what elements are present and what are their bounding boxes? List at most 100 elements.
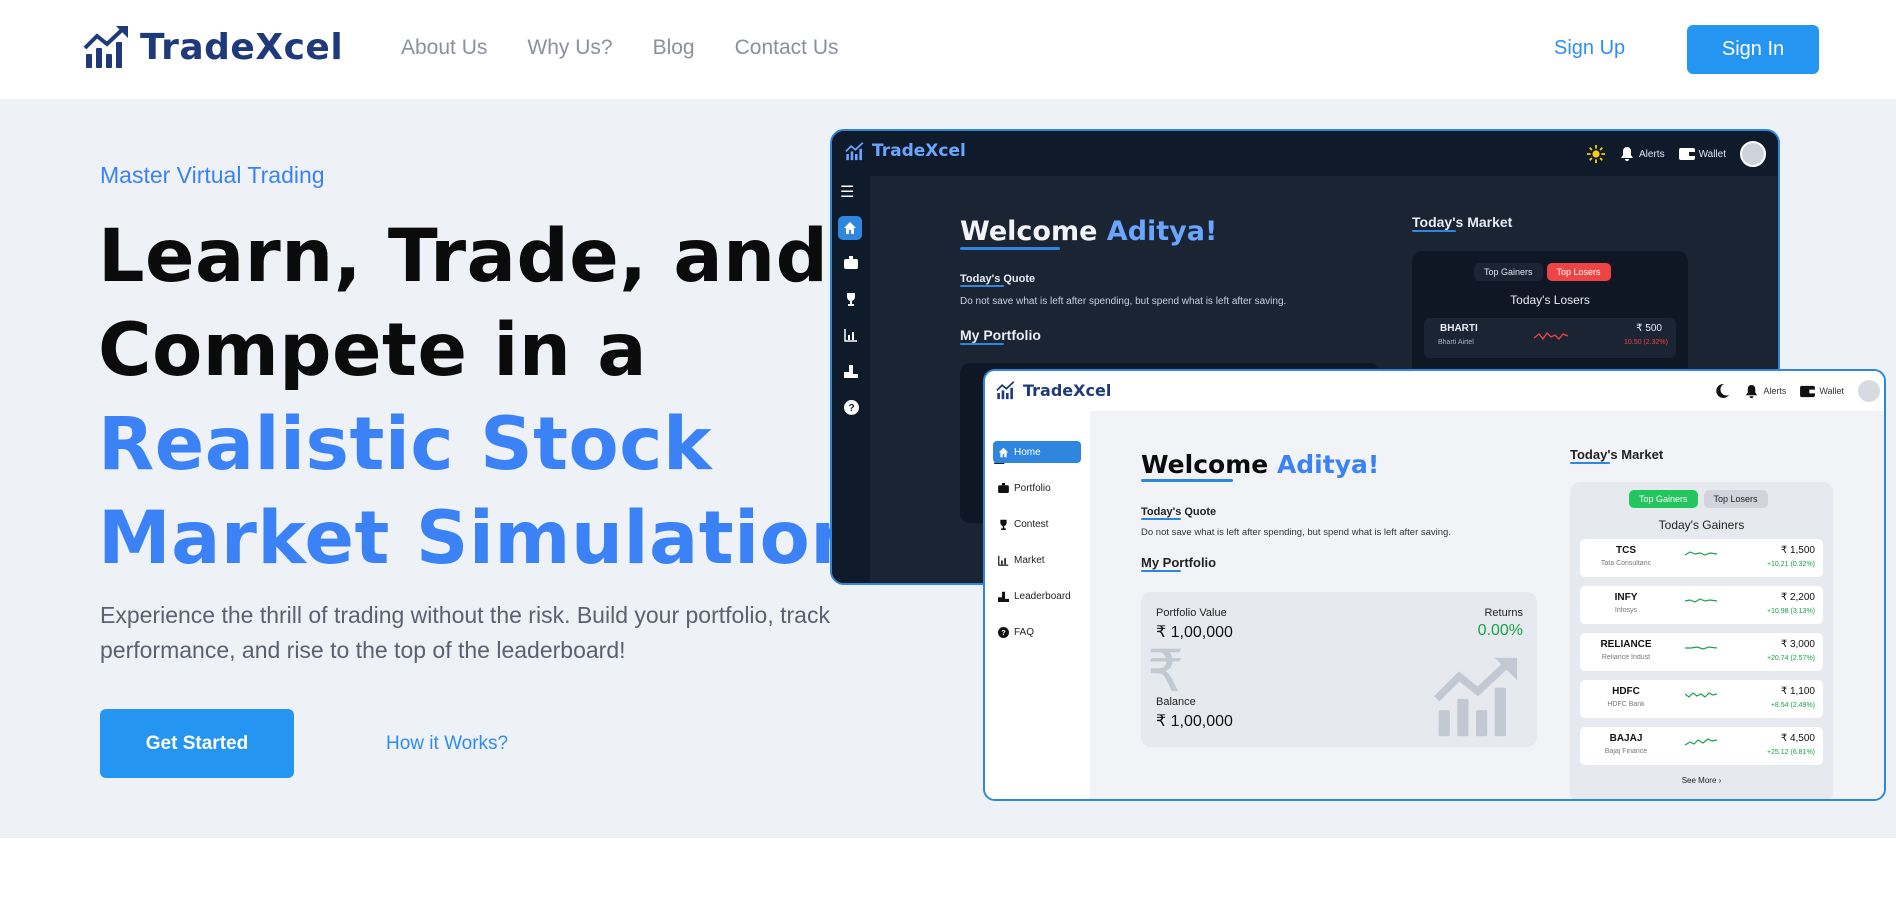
dark-quote-heading: Today's Quote bbox=[960, 273, 1035, 287]
sparkline bbox=[1534, 331, 1568, 341]
list-item[interactable]: INFY Infosys ₹ 2,200 +10.98 (3.13%) bbox=[1580, 586, 1823, 624]
sparkline bbox=[1685, 551, 1717, 556]
light-app-topbar: TradeXcel Alerts Wallet bbox=[985, 371, 1884, 411]
light-alerts[interactable]: Alerts bbox=[1744, 384, 1786, 399]
sign-up-link[interactable]: Sign Up bbox=[1554, 37, 1625, 60]
svg-text:?: ? bbox=[1001, 628, 1006, 637]
light-app-brand: TradeXcel bbox=[995, 380, 1111, 400]
headline-line-1: Learn, Trade, and bbox=[98, 214, 829, 299]
nav-blog[interactable]: Blog bbox=[653, 36, 695, 60]
balance-label: Balance bbox=[1156, 696, 1196, 708]
light-wallet[interactable]: Wallet bbox=[1800, 385, 1844, 398]
portfolio-value-label: Portfolio Value bbox=[1156, 607, 1227, 619]
balance-value: ₹ 1,00,000 bbox=[1156, 713, 1233, 730]
stock-name: Bharti Airtel bbox=[1438, 339, 1474, 346]
moon-icon[interactable] bbox=[1714, 383, 1730, 399]
dark-market-heading-text: Today's Market bbox=[1412, 214, 1513, 230]
dark-app-actions: Alerts Wallet bbox=[1587, 141, 1766, 167]
brand-logo[interactable]: TradeXcel bbox=[82, 24, 343, 70]
light-portfolio-heading: My Portfolio bbox=[1141, 555, 1216, 572]
list-item[interactable]: HDFC HDFC Bank ₹ 1,100 +8.54 (2.49%) bbox=[1580, 680, 1823, 718]
sidebar-item-leaderboard[interactable]: Leaderboard bbox=[993, 585, 1081, 607]
stock-change: +8.54 (2.49%) bbox=[1770, 702, 1815, 709]
underline bbox=[960, 343, 1004, 345]
stock-name: Bajaj Finance bbox=[1604, 748, 1648, 755]
leaderboard-icon bbox=[998, 591, 1009, 602]
light-app-sidebar: ☰ Home Portfolio Contest Market Leaderbo… bbox=[985, 411, 1090, 799]
stock-price: ₹ 3,000 bbox=[1780, 639, 1815, 650]
stock-price: ₹ 1,500 bbox=[1780, 545, 1815, 556]
stock-change: +20.74 (2.57%) bbox=[1766, 655, 1815, 662]
stock-symbol: BHARTI bbox=[1440, 323, 1478, 334]
dark-wallet[interactable]: Wallet bbox=[1678, 147, 1726, 161]
list-item[interactable]: TCS Tata Consultanc ₹ 1,500 +10.21 (0.32… bbox=[1580, 539, 1823, 577]
get-started-button[interactable]: Get Started bbox=[100, 709, 294, 778]
sidebar-item-label: Market bbox=[1014, 554, 1045, 566]
underline bbox=[960, 285, 1004, 287]
dark-tab-losers[interactable]: Top Losers bbox=[1546, 263, 1611, 281]
leaderboard-icon[interactable] bbox=[844, 364, 858, 378]
sidebar-item-label: FAQ bbox=[1014, 626, 1035, 638]
dark-brand-name: TradeXcel bbox=[872, 141, 966, 161]
briefcase-icon bbox=[998, 483, 1009, 493]
trophy-icon[interactable] bbox=[844, 292, 858, 306]
dark-alerts[interactable]: Alerts bbox=[1619, 146, 1665, 162]
dark-user-name: Aditya! bbox=[1106, 216, 1218, 247]
avatar[interactable] bbox=[1740, 141, 1766, 167]
home-icon[interactable] bbox=[838, 216, 862, 240]
list-item[interactable]: BHARTI Bharti Airtel ₹ 500 10.50 (2.32%) bbox=[1424, 318, 1676, 358]
sidebar-item-label: Portfolio bbox=[1014, 482, 1051, 494]
light-user-name: Aditya! bbox=[1276, 450, 1380, 479]
hero-subtext: Experience the thrill of trading without… bbox=[100, 602, 830, 663]
light-welcome-heading: Welcome Aditya! bbox=[1141, 450, 1379, 482]
sign-in-button[interactable]: Sign In bbox=[1687, 25, 1819, 74]
returns-label: Returns bbox=[1484, 607, 1523, 619]
list-item[interactable]: RELIANCE Reliance Indust ₹ 3,000 +20.74 … bbox=[1580, 633, 1823, 671]
sidebar-item-portfolio[interactable]: Portfolio bbox=[993, 477, 1081, 499]
portfolio-card: Portfolio Value ₹ 1,00,000 Returns 0.00%… bbox=[1141, 592, 1537, 747]
briefcase-icon[interactable] bbox=[844, 256, 858, 269]
stock-name: HDFC Bank bbox=[1607, 701, 1645, 708]
sidebar-item-faq[interactable]: ? FAQ bbox=[993, 621, 1081, 643]
dark-alerts-label: Alerts bbox=[1639, 148, 1665, 160]
light-quote-heading: Today's Quote bbox=[1141, 506, 1216, 520]
sidebar-item-contest[interactable]: Contest bbox=[993, 513, 1081, 535]
light-portfolio-heading-text: My Portfolio bbox=[1141, 555, 1217, 570]
avatar[interactable] bbox=[1858, 380, 1880, 402]
dark-app-sidebar: ☰ ? bbox=[832, 176, 870, 583]
market-chart-icon[interactable] bbox=[844, 328, 858, 342]
tab-top-gainers[interactable]: Top Gainers bbox=[1629, 490, 1698, 508]
dark-tab-gainers[interactable]: Top Gainers bbox=[1474, 263, 1543, 281]
stock-price: ₹ 2,200 bbox=[1780, 592, 1815, 603]
rupee-icon: ₹ bbox=[1147, 637, 1184, 705]
bell-icon bbox=[1621, 147, 1634, 161]
light-alerts-label: Alerts bbox=[1763, 386, 1787, 396]
sidebar-item-market[interactable]: Market bbox=[993, 549, 1081, 571]
help-icon[interactable]: ? bbox=[844, 400, 859, 415]
dark-losers-title: Today's Losers bbox=[1510, 293, 1590, 307]
sidebar-item-home[interactable]: Home bbox=[993, 441, 1081, 463]
market-chart-icon bbox=[998, 555, 1009, 566]
tab-top-losers[interactable]: Top Losers bbox=[1703, 490, 1768, 508]
nav-about-us[interactable]: About Us bbox=[401, 36, 487, 60]
dark-welcome-text: Welcome bbox=[960, 216, 1098, 247]
stock-change: +25.12 (6.81%) bbox=[1766, 749, 1815, 756]
dark-portfolio-heading: My Portfolio bbox=[960, 327, 1041, 345]
light-brand-name: TradeXcel bbox=[1023, 380, 1112, 400]
top-navbar: TradeXcel About Us Why Us? Blog Contact … bbox=[0, 0, 1896, 99]
nav-contact-us[interactable]: Contact Us bbox=[735, 36, 839, 60]
light-quote-heading-text: Today's Quote bbox=[1141, 506, 1217, 518]
list-item[interactable]: BAJAJ Bajaj Finance ₹ 4,500 +25.12 (6.81… bbox=[1580, 727, 1823, 765]
underline bbox=[1141, 518, 1181, 520]
see-more-link[interactable]: See More › bbox=[1570, 776, 1833, 785]
sun-icon[interactable] bbox=[1587, 145, 1606, 163]
headline-line-2: Compete in a bbox=[98, 308, 648, 393]
bell-icon bbox=[1746, 384, 1758, 398]
help-icon: ? bbox=[998, 626, 1009, 638]
underline bbox=[1141, 570, 1181, 572]
dark-app-topbar: TradeXcel Alerts Wallet bbox=[832, 131, 1778, 176]
nav-why-us[interactable]: Why Us? bbox=[527, 36, 612, 60]
hamburger-icon[interactable]: ☰ bbox=[840, 182, 854, 202]
how-it-works-link[interactable]: How it Works? bbox=[386, 733, 508, 755]
stock-change: 10.50 (2.32%) bbox=[1624, 339, 1668, 346]
